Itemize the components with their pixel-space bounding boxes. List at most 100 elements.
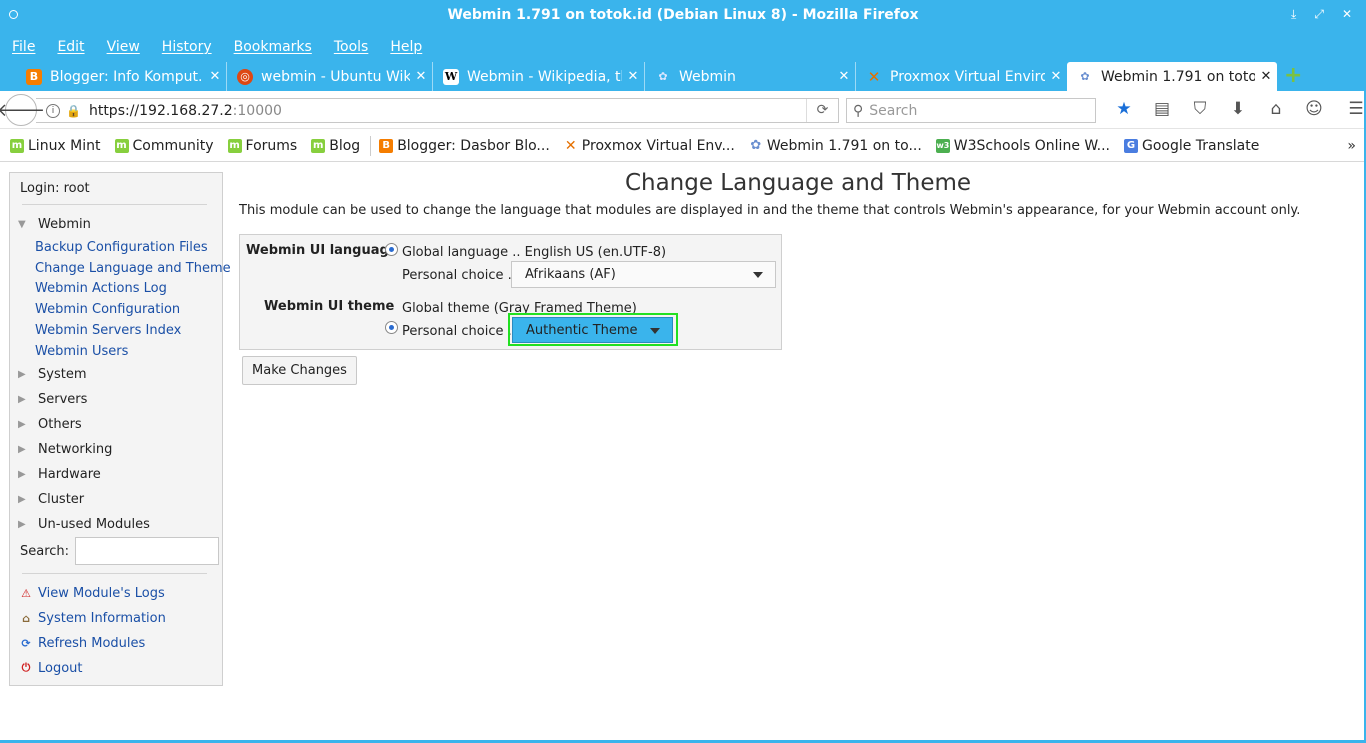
- bookmark-separator: [370, 135, 372, 156]
- collapsed-triangle-icon: ▶: [18, 469, 26, 480]
- close-window-icon[interactable]: ✕: [1342, 7, 1352, 22]
- link-logout[interactable]: ⏻ Logout: [18, 660, 83, 676]
- new-tab-icon[interactable]: +: [1284, 65, 1302, 87]
- menu-view[interactable]: View: [107, 39, 140, 55]
- global-language-radio[interactable]: [385, 243, 398, 256]
- window-title: Webmin 1.791 on totok.id (Debian Linux 8…: [447, 7, 919, 23]
- mint-icon: m: [311, 138, 326, 153]
- maximize-icon[interactable]: ⤢: [1314, 7, 1324, 22]
- ubuntu-icon: ◎: [237, 68, 253, 85]
- info-icon[interactable]: i: [46, 103, 60, 118]
- language-select[interactable]: Afrikaans (AF): [511, 261, 776, 288]
- menu-bar: File Edit View History Bookmarks Tools H…: [0, 32, 1366, 62]
- bookmark-blog[interactable]: m Blog: [311, 138, 360, 154]
- url-text[interactable]: https://192.168.27.2:10000: [89, 103, 282, 119]
- close-icon[interactable]: ✕: [204, 69, 226, 84]
- lock-icon[interactable]: 🔒: [66, 104, 81, 118]
- bookmark-webmin[interactable]: ✿ Webmin 1.791 on to...: [749, 138, 921, 154]
- collapsed-triangle-icon: ▶: [18, 444, 26, 455]
- category-cluster[interactable]: ▶ Cluster: [18, 492, 84, 507]
- bookmark-blogger[interactable]: B Blogger: Dasbor Blo...: [379, 138, 550, 154]
- category-others[interactable]: ▶ Others: [18, 417, 82, 432]
- menu-file[interactable]: File: [12, 39, 35, 55]
- link-webmin-users[interactable]: Webmin Users: [35, 344, 128, 359]
- tab-webmin-active[interactable]: ✿ Webmin 1.791 on toto... ✕: [1067, 62, 1277, 91]
- personal-language-text: Personal choice ..: [402, 268, 516, 283]
- link-backup-configuration-files[interactable]: Backup Configuration Files: [35, 240, 208, 255]
- collapsed-triangle-icon: ▶: [18, 419, 26, 430]
- home-icon[interactable]: ⌂: [1257, 99, 1295, 119]
- link-webmin-configuration[interactable]: Webmin Configuration: [35, 302, 180, 317]
- module-search-input[interactable]: [75, 537, 220, 565]
- tab-wikipedia[interactable]: W Webmin - Wikipedia, th... ✕: [433, 62, 645, 91]
- warning-icon: ⚠: [21, 586, 31, 600]
- language-label: Webmin UI language: [246, 243, 398, 258]
- close-icon[interactable]: ✕: [622, 69, 644, 84]
- bookmark-community[interactable]: m Community: [114, 138, 214, 154]
- url-bar[interactable]: i 🔒 https://192.168.27.2:10000 ⟳: [36, 98, 839, 123]
- link-refresh-modules[interactable]: ⟳ Refresh Modules: [18, 635, 145, 651]
- category-unused-modules[interactable]: ▶ Un-used Modules: [18, 517, 150, 532]
- personal-theme-radio[interactable]: [385, 321, 398, 334]
- make-changes-button[interactable]: Make Changes: [242, 356, 357, 385]
- divider: [22, 573, 207, 574]
- menu-history[interactable]: History: [162, 39, 212, 55]
- login-label: Login: root: [20, 181, 90, 196]
- hamburger-menu-icon[interactable]: ☰: [1337, 99, 1366, 119]
- link-view-module-logs[interactable]: ⚠ View Module's Logs: [18, 585, 165, 601]
- expanded-triangle-icon: ▼: [18, 219, 26, 230]
- menu-tools[interactable]: Tools: [334, 39, 369, 55]
- reload-icon[interactable]: ⟳: [806, 99, 838, 122]
- menu-bookmarks[interactable]: Bookmarks: [234, 39, 312, 55]
- close-icon[interactable]: ✕: [410, 69, 432, 84]
- link-system-information[interactable]: ⌂ System Information: [18, 610, 166, 626]
- category-webmin[interactable]: ▼ Webmin: [18, 217, 91, 232]
- search-input[interactable]: ⚲ Search: [846, 98, 1096, 123]
- mint-icon: m: [114, 138, 129, 153]
- bookmark-linux-mint[interactable]: m Linux Mint: [10, 138, 101, 154]
- tab-webmin[interactable]: ✿ Webmin ✕: [645, 62, 856, 91]
- tab-bar: B Blogger: Info Komput... ✕ ◎ webmin - U…: [0, 62, 1366, 91]
- category-servers[interactable]: ▶ Servers: [18, 392, 87, 407]
- bookmark-google-translate[interactable]: G Google Translate: [1123, 138, 1259, 154]
- menu-help[interactable]: Help: [390, 39, 422, 55]
- close-icon[interactable]: ✕: [1255, 69, 1277, 84]
- w3schools-icon: w3: [935, 138, 950, 153]
- category-networking[interactable]: ▶ Networking: [18, 442, 112, 457]
- title-bar: Webmin 1.791 on totok.id (Debian Linux 8…: [0, 0, 1366, 32]
- link-webmin-actions-log[interactable]: Webmin Actions Log: [35, 281, 167, 296]
- pocket-icon[interactable]: ⛉: [1181, 99, 1219, 119]
- translate-icon: G: [1123, 138, 1138, 153]
- global-language-text: Global language .. English US (en.UTF-8): [402, 245, 667, 260]
- menu-edit[interactable]: Edit: [57, 39, 84, 55]
- download-icon[interactable]: ⬇: [1219, 99, 1257, 119]
- proxmox-icon: ✕: [867, 67, 881, 86]
- navigation-bar: i 🔒 https://192.168.27.2:10000 ⟳ 🡐 ⚲ Sea…: [0, 91, 1366, 129]
- module-search: Search:: [20, 537, 220, 565]
- refresh-icon: ⟳: [21, 636, 31, 650]
- tab-proxmox[interactable]: ✕ Proxmox Virtual Enviro... ✕: [856, 62, 1067, 91]
- chat-icon[interactable]: ☺: [1295, 99, 1333, 119]
- category-hardware[interactable]: ▶ Hardware: [18, 467, 101, 482]
- tab-ubuntu-wiki[interactable]: ◎ webmin - Ubuntu Wiki ✕: [227, 62, 433, 91]
- close-icon[interactable]: ✕: [833, 69, 855, 84]
- bookmark-forums[interactable]: m Forums: [227, 138, 297, 154]
- bookmark-proxmox[interactable]: ✕ Proxmox Virtual Env...: [564, 138, 735, 154]
- more-bookmarks-icon[interactable]: »: [1347, 138, 1356, 154]
- bookmark-star-icon[interactable]: ★: [1105, 99, 1143, 119]
- link-change-language-and-theme[interactable]: Change Language and Theme: [35, 261, 231, 276]
- category-system[interactable]: ▶ System: [18, 367, 86, 382]
- tab-blogger[interactable]: B Blogger: Info Komput... ✕: [16, 62, 227, 91]
- reading-list-icon[interactable]: ▤: [1143, 99, 1181, 119]
- page-title: Change Language and Theme: [624, 170, 972, 196]
- collapsed-triangle-icon: ▶: [18, 394, 26, 405]
- power-icon: ⏻: [21, 661, 31, 674]
- back-button[interactable]: 🡐: [0, 94, 45, 126]
- chevron-down-icon: [753, 272, 763, 278]
- link-webmin-servers-index[interactable]: Webmin Servers Index: [35, 323, 181, 338]
- bookmark-w3schools[interactable]: w3 W3Schools Online W...: [935, 138, 1110, 154]
- close-icon[interactable]: ✕: [1045, 69, 1067, 84]
- webmin-icon: ✿: [658, 70, 668, 83]
- minimize-icon[interactable]: ⤓: [1291, 7, 1296, 22]
- blogger-icon: B: [379, 138, 394, 153]
